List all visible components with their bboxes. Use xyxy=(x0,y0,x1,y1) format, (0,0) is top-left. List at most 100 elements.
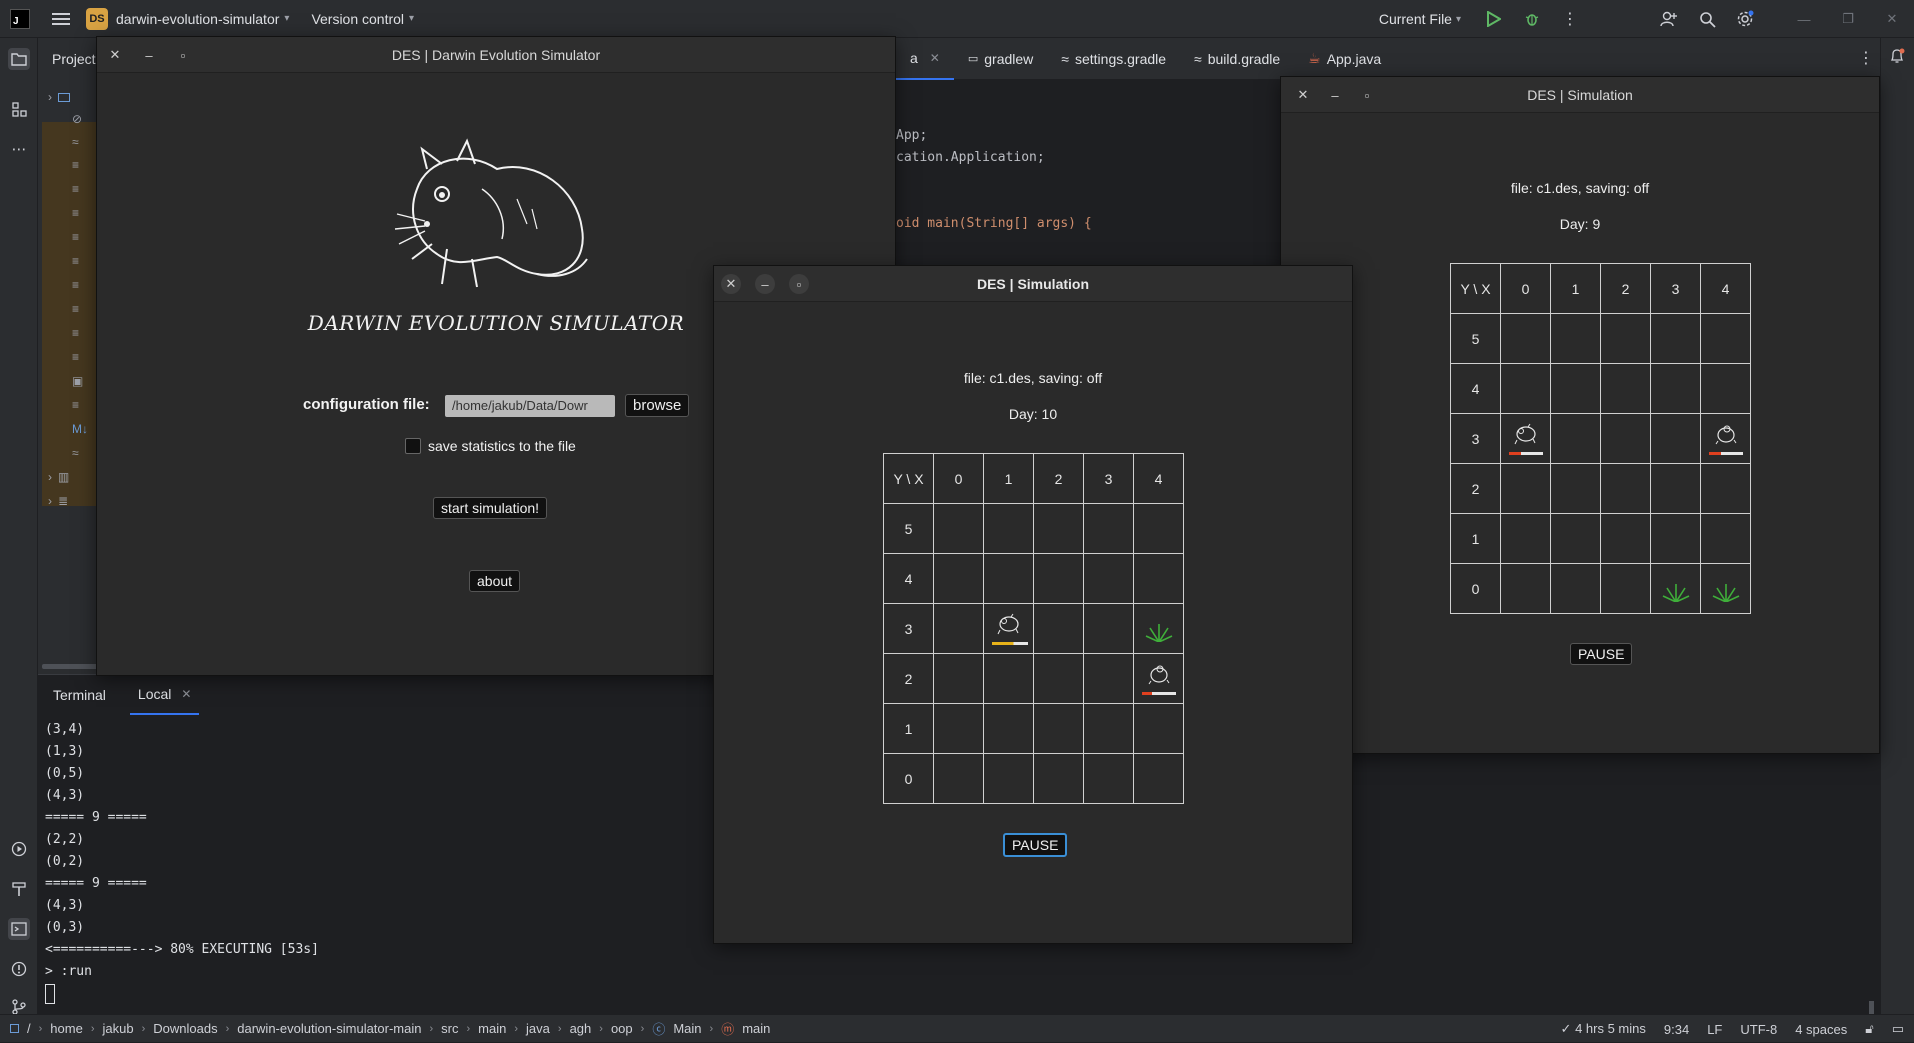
breadcrumb-item[interactable]: oop xyxy=(611,1021,633,1036)
tree-row[interactable]: › ▥ xyxy=(48,468,69,486)
file-encoding[interactable]: UTF-8 xyxy=(1740,1022,1777,1037)
tree-row[interactable]: ≡ xyxy=(72,276,79,294)
run-config-dropdown[interactable]: Current File xyxy=(1379,11,1452,27)
tree-row[interactable]: ≈ xyxy=(72,444,79,462)
project-folder-icon[interactable] xyxy=(8,48,30,70)
about-button[interactable]: about xyxy=(469,570,521,592)
add-user-icon[interactable] xyxy=(1659,9,1679,29)
animal-icon xyxy=(1514,423,1536,445)
tree-row[interactable]: ≈ xyxy=(72,133,79,151)
search-icon[interactable] xyxy=(1697,9,1717,29)
grid-cell xyxy=(983,553,1034,604)
time-tracking-widget[interactable]: ✓ 4 hrs 5 mins xyxy=(1561,1021,1646,1037)
breadcrumb-item[interactable]: home xyxy=(50,1021,83,1036)
tree-row[interactable]: ≡ xyxy=(72,228,79,246)
terminal-line: (0,2) xyxy=(45,854,85,869)
pause-button[interactable]: PAUSE xyxy=(1003,833,1068,857)
breadcrumb-item[interactable]: Main xyxy=(673,1021,701,1036)
pause-button[interactable]: PAUSE xyxy=(1570,643,1633,665)
tree-row[interactable]: ⊘ xyxy=(72,110,82,128)
project-horizontal-scrollbar[interactable] xyxy=(42,664,98,669)
more-actions-icon[interactable]: ⋮ xyxy=(1560,9,1580,29)
window-titlebar: ✕ – ▫ DES | Simulation xyxy=(714,266,1352,302)
tab-local-terminal[interactable]: Local ✕ xyxy=(129,675,200,715)
project-name-dropdown[interactable]: darwin-evolution-simulator xyxy=(116,11,279,27)
tab-options-icon[interactable]: ⋮ xyxy=(1858,48,1874,68)
tab-build-gradle[interactable]: ≈ build.gradle xyxy=(1180,38,1294,80)
line-ending[interactable]: LF xyxy=(1707,1022,1722,1037)
read-only-lock-icon[interactable]: 🔓︎ xyxy=(1865,1021,1873,1037)
indent-setting[interactable]: 4 spaces xyxy=(1795,1022,1847,1037)
animal-icon xyxy=(1715,425,1737,445)
tree-row[interactable]: › ≣ xyxy=(48,492,68,510)
run-icon[interactable] xyxy=(1484,9,1504,29)
terminal-line: (2,2) xyxy=(45,832,85,847)
breadcrumb-item[interactable]: Downloads xyxy=(153,1021,217,1036)
tree-row[interactable]: ≡ xyxy=(72,324,79,342)
main-menu-icon[interactable] xyxy=(52,12,70,25)
tab-gradlew[interactable]: ▭ gradlew xyxy=(954,38,1047,80)
tree-row[interactable]: › xyxy=(48,88,70,106)
memory-indicator-icon[interactable]: ▭ xyxy=(1892,1021,1904,1037)
caret-position[interactable]: 9:34 xyxy=(1664,1022,1689,1037)
file-info: file: c1.des, saving: off xyxy=(1510,180,1650,196)
more-tools-icon[interactable]: ⋯ xyxy=(8,138,30,160)
breadcrumb-root[interactable]: / xyxy=(27,1021,31,1036)
debug-icon[interactable] xyxy=(1522,9,1542,29)
terminal-icon[interactable] xyxy=(8,918,30,940)
tree-row[interactable]: ≡ xyxy=(72,300,79,318)
breadcrumb-item[interactable]: darwin-evolution-simulator-main xyxy=(237,1021,421,1036)
tree-row[interactable]: ≡ xyxy=(72,252,79,270)
breadcrumb-item[interactable]: agh xyxy=(570,1021,592,1036)
text-file-icon: ≡ xyxy=(72,206,80,220)
build-hammer-icon[interactable] xyxy=(8,878,30,900)
config-file-input[interactable]: /home/jakub/Data/Dowr xyxy=(445,395,615,417)
tree-row[interactable]: ≡ xyxy=(72,156,79,174)
grid-cell xyxy=(1033,703,1084,754)
text-file-icon: ≡ xyxy=(72,302,80,316)
problems-icon[interactable] xyxy=(8,958,30,980)
grid-cell xyxy=(1700,513,1751,564)
markdown-file-icon: M↓ xyxy=(72,422,88,436)
close-tab-icon[interactable]: ✕ xyxy=(930,51,940,65)
start-simulation-button[interactable]: start simulation! xyxy=(433,497,548,519)
terminal-line: ===== 9 ===== xyxy=(45,876,147,891)
tab-app-java[interactable]: ☕ App.java xyxy=(1294,38,1395,80)
grid-cell xyxy=(1550,413,1601,464)
tree-row[interactable]: ≡ xyxy=(72,180,79,198)
terminal-output[interactable]: (3,4) (1,3) (0,5) (4,3) ===== 9 ===== (2… xyxy=(45,719,319,1005)
breadcrumb-item[interactable]: main xyxy=(478,1021,506,1036)
breadcrumb-item[interactable]: jakub xyxy=(103,1021,134,1036)
project-panel-title: Project xyxy=(52,51,96,67)
save-statistics-checkbox[interactable] xyxy=(405,438,421,454)
browse-button[interactable]: browse xyxy=(625,394,690,417)
grid-cell xyxy=(1700,563,1751,614)
breadcrumb-item[interactable]: java xyxy=(526,1021,550,1036)
tree-row[interactable]: ▣ xyxy=(72,372,83,390)
window-titlebar: ✕ – ▫ DES | Darwin Evolution Simulator xyxy=(97,37,895,73)
notifications-bell-icon[interactable] xyxy=(1889,48,1905,69)
energy-bar-high xyxy=(992,642,1028,645)
breadcrumb-item[interactable]: main xyxy=(742,1021,770,1036)
terminal-scrollbar[interactable] xyxy=(1869,1001,1874,1015)
restore-window-icon[interactable]: ❐ xyxy=(1826,0,1870,38)
grid-cell xyxy=(1550,563,1601,614)
version-control-dropdown[interactable]: Version control xyxy=(311,11,404,27)
settings-gear-icon[interactable] xyxy=(1735,9,1755,29)
breadcrumb-item[interactable]: src xyxy=(441,1021,458,1036)
minimize-window-icon[interactable]: — xyxy=(1782,0,1826,38)
row-header: 5 xyxy=(883,503,934,554)
run-services-icon[interactable] xyxy=(8,838,30,860)
tab-settings-gradle[interactable]: ≈ settings.gradle xyxy=(1047,38,1180,80)
close-window-icon[interactable]: ✕ xyxy=(1870,0,1914,38)
grid-corner-label: Y \ X xyxy=(883,453,934,504)
tree-row[interactable]: M↓ xyxy=(72,420,88,438)
tree-row[interactable]: ≡ xyxy=(72,348,79,366)
tree-row[interactable]: ≡ xyxy=(72,204,79,222)
project-badge[interactable]: DS xyxy=(86,7,108,30)
structure-icon[interactable] xyxy=(8,98,30,120)
close-tab-icon[interactable]: ✕ xyxy=(181,687,191,701)
tab-active-file[interactable]: a ✕ xyxy=(896,38,954,80)
grid-cell xyxy=(933,603,984,654)
tree-row[interactable]: ≡ xyxy=(72,396,79,414)
